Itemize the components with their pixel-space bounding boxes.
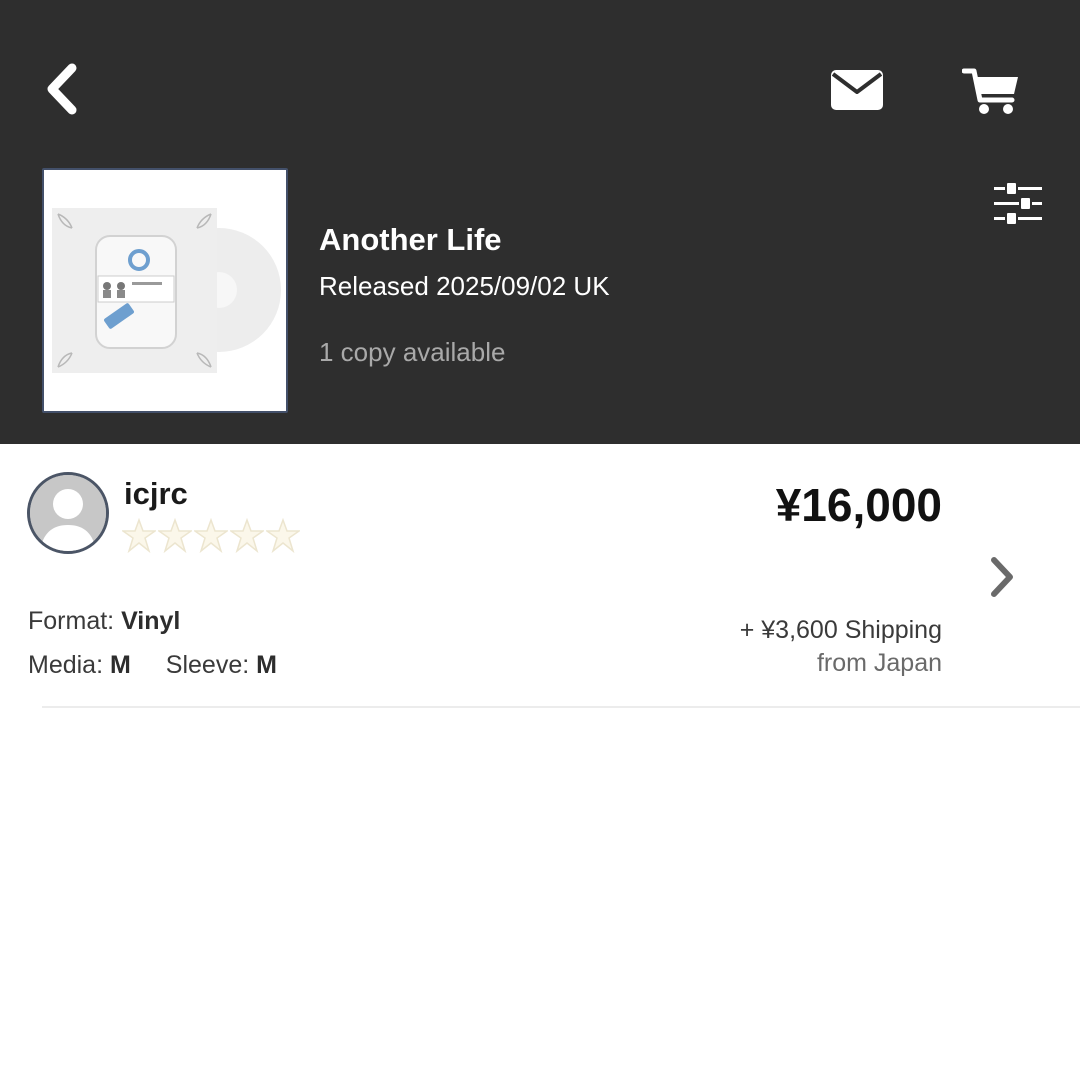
seller-name[interactable]: icjrc bbox=[124, 476, 188, 512]
star-icon bbox=[158, 518, 192, 554]
user-avatar-icon[interactable] bbox=[27, 472, 109, 554]
album-cover-image bbox=[44, 170, 286, 411]
sleeve-condition: M bbox=[256, 651, 277, 679]
back-arrow-icon[interactable] bbox=[40, 62, 84, 116]
envelope-icon[interactable] bbox=[830, 68, 884, 112]
sleeve-label: Sleeve: bbox=[165, 651, 250, 679]
shipping-cost: + ¥3,600 Shipping bbox=[739, 616, 942, 644]
format-line: Format: Vinyl bbox=[28, 607, 180, 636]
star-icon bbox=[194, 518, 228, 554]
listing-row[interactable]: icjrc ¥16,000 Format: Vinyl Media: M Sle… bbox=[0, 444, 1080, 708]
album-cover[interactable] bbox=[42, 168, 288, 413]
ships-from: from Japan bbox=[816, 649, 942, 677]
media-label: Media: bbox=[28, 651, 104, 679]
media-condition: M bbox=[110, 651, 131, 679]
sliders-icon[interactable] bbox=[992, 180, 1046, 230]
chevron-right-icon[interactable] bbox=[986, 554, 1018, 600]
star-icon bbox=[122, 518, 156, 554]
release-title: Another Life bbox=[319, 222, 502, 257]
condition-line: Media: M Sleeve: M bbox=[28, 651, 277, 680]
seller-rating bbox=[122, 518, 300, 556]
release-info: Released 2025/09/02 UK bbox=[319, 271, 610, 301]
format-value: Vinyl bbox=[121, 607, 181, 635]
star-icon bbox=[266, 518, 300, 554]
copies-available: 1 copy available bbox=[319, 337, 506, 367]
header-bar: Another Life Released 2025/09/02 UK 1 co… bbox=[0, 0, 1080, 444]
listing-price: ¥16,000 bbox=[775, 479, 942, 531]
shopping-cart-icon[interactable] bbox=[962, 66, 1020, 116]
star-icon bbox=[230, 518, 264, 554]
format-label: Format: bbox=[28, 607, 115, 635]
divider bbox=[42, 706, 1080, 708]
